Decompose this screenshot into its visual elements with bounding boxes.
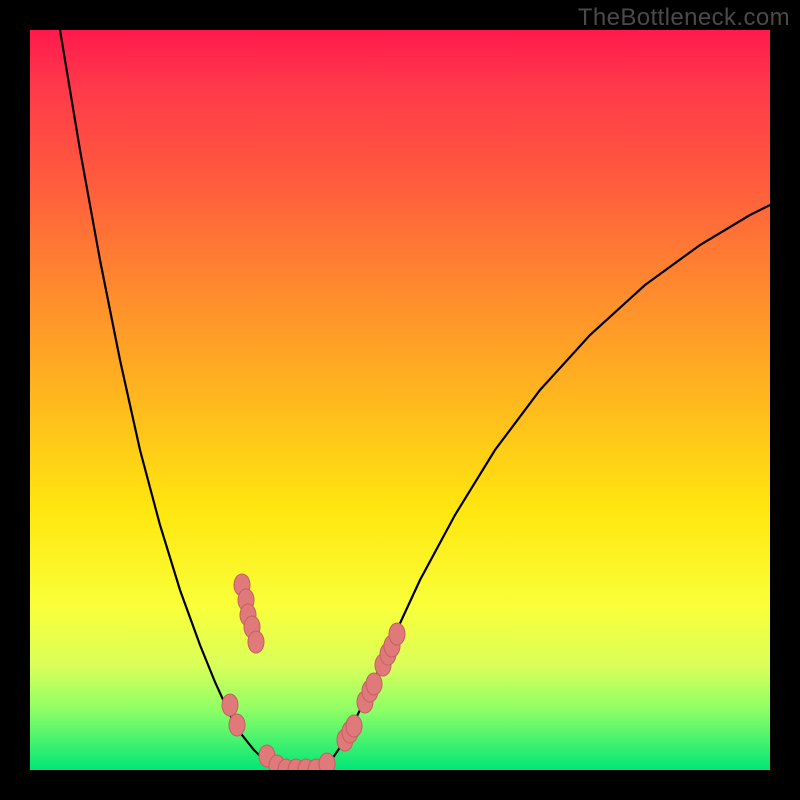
data-marker bbox=[366, 673, 382, 695]
data-marker bbox=[389, 623, 405, 645]
watermark-text: TheBottleneck.com bbox=[578, 4, 790, 32]
chart-frame: TheBottleneck.com bbox=[0, 0, 800, 800]
data-marker bbox=[248, 631, 264, 653]
marker-cluster bbox=[222, 574, 405, 770]
data-marker bbox=[222, 694, 238, 716]
plot-area bbox=[30, 30, 770, 770]
data-marker bbox=[319, 753, 335, 770]
curve-layer bbox=[30, 30, 770, 770]
data-marker bbox=[346, 715, 362, 737]
data-marker bbox=[229, 714, 245, 736]
bottleneck-curve bbox=[60, 30, 770, 770]
